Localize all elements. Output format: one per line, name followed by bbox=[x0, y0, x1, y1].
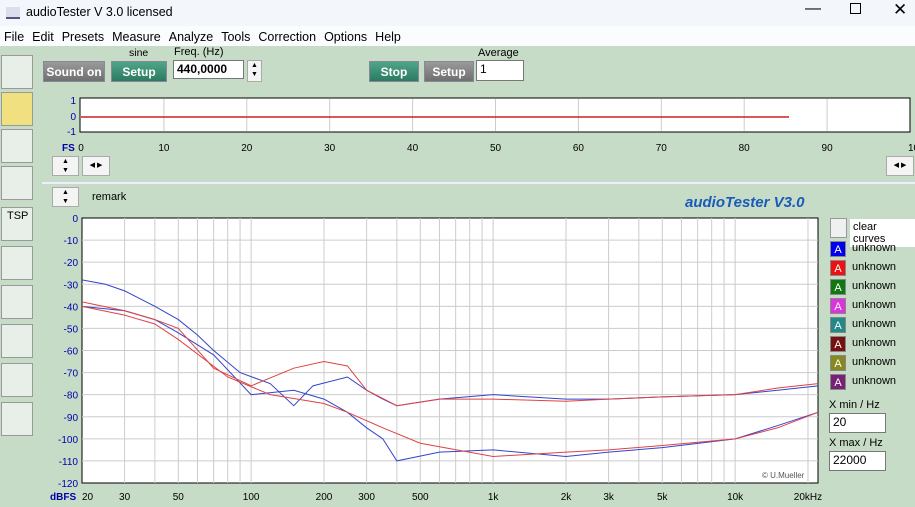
legend-swatch[interactable]: A bbox=[830, 355, 846, 371]
x-tick-label: 2k bbox=[561, 492, 573, 503]
y-tick-label: -50 bbox=[64, 324, 79, 335]
scope-x-tick: 60 bbox=[573, 143, 585, 154]
menu-correction[interactable]: Correction bbox=[254, 26, 320, 44]
generator-setup-button[interactable]: Setup bbox=[111, 61, 167, 82]
copyright-label: © U.Mueller bbox=[762, 471, 805, 480]
scope-x-tick: 70 bbox=[656, 143, 668, 154]
y-tick-label: -60 bbox=[64, 347, 79, 358]
sound-on-button[interactable]: Sound on bbox=[43, 61, 105, 82]
scope-x-scroll[interactable]: ◀ ▶ bbox=[82, 156, 110, 176]
legend-label: unknown bbox=[852, 261, 897, 273]
freq-label: Freq. (Hz) bbox=[174, 46, 224, 58]
y-tick-label: -70 bbox=[64, 369, 79, 380]
y-tick-label: -90 bbox=[64, 413, 79, 424]
legend-label: unknown bbox=[852, 318, 897, 330]
window-title: audioTester V 3.0 licensed bbox=[26, 5, 173, 19]
x-tick-label: 20kHz bbox=[794, 492, 822, 503]
scope-x-tick: 30 bbox=[324, 143, 336, 154]
legend-swatch[interactable]: A bbox=[830, 336, 846, 352]
x-tick-label: 50 bbox=[173, 492, 185, 503]
spectrum-mode-icon[interactable] bbox=[1, 55, 33, 89]
legend-swatch[interactable]: A bbox=[830, 241, 846, 257]
xmax-input[interactable]: 22000 bbox=[829, 451, 886, 471]
x-tick-label: 10k bbox=[727, 492, 744, 503]
scope-x-scroll-right[interactable]: ◀ ▶ bbox=[886, 156, 914, 176]
y-tick-label: -10 bbox=[64, 236, 79, 247]
menu-tools[interactable]: Tools bbox=[217, 26, 254, 44]
legend-label: unknown bbox=[852, 337, 897, 349]
legend-label: unknown bbox=[852, 280, 897, 292]
average-input[interactable]: 1 bbox=[476, 60, 524, 81]
x-tick-label: 30 bbox=[119, 492, 131, 503]
capture-setup-button[interactable]: Setup bbox=[424, 61, 474, 82]
menu-analyze[interactable]: Analyze bbox=[165, 26, 217, 44]
y-tick-label: -100 bbox=[58, 435, 78, 446]
xmin-input[interactable]: 20 bbox=[829, 413, 886, 433]
waveform-label: sine bbox=[129, 47, 149, 59]
menu-presets[interactable]: Presets bbox=[58, 26, 108, 44]
y-tick-label: -20 bbox=[64, 258, 79, 269]
xmax-label: X max / Hz bbox=[829, 437, 883, 449]
scope-x-tick: 40 bbox=[407, 143, 419, 154]
y-tick-label: -120 bbox=[58, 479, 78, 490]
scope-x-tick: 50 bbox=[490, 143, 502, 154]
scope-y-tick: 1 bbox=[70, 96, 76, 107]
y-tick-label: -110 bbox=[59, 457, 79, 468]
scope-x-tick: 20 bbox=[241, 143, 253, 154]
scope-y-tick: -1 bbox=[67, 127, 76, 138]
scope-x-tick: 80 bbox=[739, 143, 751, 154]
scope-x-tick: 100 bbox=[908, 143, 915, 154]
x-tick-label: 500 bbox=[412, 492, 429, 503]
close-button[interactable]: ✕ bbox=[893, 0, 907, 20]
divider bbox=[42, 182, 915, 184]
scope-x-label: FS bbox=[62, 143, 75, 154]
app-icon bbox=[6, 7, 20, 19]
frequency-spinner[interactable]: ▲ ▼ bbox=[247, 60, 262, 82]
y-tick-label: -80 bbox=[64, 391, 79, 402]
scope-x-tick: 10 bbox=[158, 143, 170, 154]
average-label: Average bbox=[478, 47, 519, 59]
legend-swatch[interactable]: A bbox=[830, 317, 846, 333]
legend-swatch[interactable]: A bbox=[830, 279, 846, 295]
legend-swatch[interactable]: A bbox=[830, 260, 846, 276]
minimize-button[interactable]: — bbox=[805, 0, 821, 18]
stop-button[interactable]: Stop bbox=[369, 61, 419, 82]
scope-y-tick: 0 bbox=[70, 112, 76, 123]
menu-options[interactable]: Options bbox=[320, 26, 371, 44]
scope-x-tick: 90 bbox=[822, 143, 834, 154]
x-tick-label: 5k bbox=[657, 492, 669, 503]
x-tick-label: 300 bbox=[358, 492, 375, 503]
frequency-input[interactable]: 440,0000 bbox=[173, 60, 244, 79]
scope-y-zoom-spinner[interactable]: ▲ ▼ bbox=[52, 156, 79, 176]
legend-label: unknown bbox=[852, 356, 897, 368]
legend-swatch[interactable]: A bbox=[830, 374, 846, 390]
legend-swatch[interactable]: A bbox=[830, 298, 846, 314]
x-tick-label: 1k bbox=[488, 492, 500, 503]
y-tick-label: -30 bbox=[64, 280, 79, 291]
maximize-button[interactable] bbox=[850, 3, 861, 14]
x-tick-label: 100 bbox=[243, 492, 260, 503]
legend-label: unknown bbox=[852, 375, 897, 387]
clear-curves-swatch[interactable] bbox=[830, 218, 847, 238]
x-tick-label: 20 bbox=[82, 492, 94, 503]
menu-bar: File Edit Presets Measure Analyze Tools Correc… bbox=[0, 26, 915, 46]
scope-panel: 1 0 -1 FS 0 10 20 30 40 50 60 70 80 90 100 bbox=[62, 96, 915, 154]
scope-x-tick: 0 bbox=[78, 143, 84, 154]
y-tick-label: -40 bbox=[64, 302, 79, 313]
x-tick-label: 200 bbox=[316, 492, 333, 503]
spectrum-chart: 0 -10 -20 -30 -40 -50 -60 -70 -80 -90 -100 -110 -120… bbox=[50, 214, 822, 503]
menu-file[interactable]: File bbox=[0, 26, 28, 44]
xmin-label: X min / Hz bbox=[829, 399, 880, 411]
menu-help[interactable]: Help bbox=[371, 26, 405, 44]
y-tick-label: 0 bbox=[72, 214, 78, 225]
title-bar: audioTester V 3.0 licensed — ✕ bbox=[0, 0, 915, 26]
x-tick-label: 3k bbox=[603, 492, 615, 503]
y-unit-label: dBFS bbox=[50, 492, 76, 503]
menu-edit[interactable]: Edit bbox=[28, 26, 58, 44]
menu-measure[interactable]: Measure bbox=[108, 26, 165, 44]
legend-label: unknown bbox=[852, 242, 897, 254]
legend-label: unknown bbox=[852, 299, 897, 311]
